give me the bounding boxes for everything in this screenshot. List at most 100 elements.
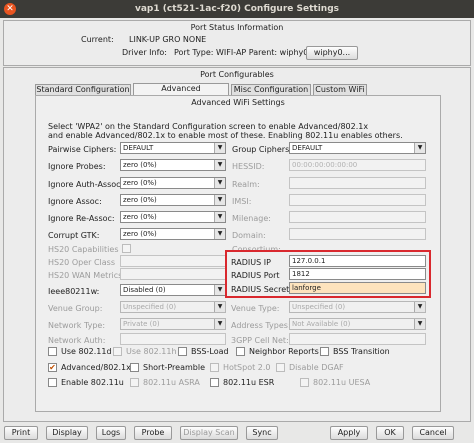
display-scan-button[interactable]: Display Scan [180,426,238,440]
chevron-down-icon: ▼ [214,285,225,295]
use-80211d-checkbox[interactable] [48,347,57,356]
parent-wiphy-button[interactable]: wiphy0... [306,46,358,60]
ignore-auth-assoc-label: Ignore Auth-Assoc: [48,180,124,189]
info-text-line-2: and enable Advanced/802.1x to enable mos… [48,131,403,140]
short-preamble-checkbox[interactable] [130,363,139,372]
network-type-label: Network Type: [48,321,106,330]
network-auth-input[interactable] [120,333,226,345]
neighbor-reports-label: Neighbor Reports [249,347,319,356]
tab-misc-configuration[interactable]: Misc Configuration [231,84,311,95]
milenage-input[interactable] [289,211,426,223]
hs20-capabilities-checkbox[interactable] [122,244,131,253]
display-button[interactable]: Display [46,426,88,440]
address-types-label: Address Types: [231,321,291,330]
logs-button[interactable]: Logs [96,426,126,440]
pairwise-ciphers-select[interactable]: DEFAULT ▼ [120,142,226,154]
advanced-8021x-checkbox[interactable]: ✔ [48,363,57,372]
enable-80211u-checkbox[interactable] [48,378,57,387]
hessid-value: 00:00:00:00:00:00 [292,161,358,169]
bss-transition-label: BSS Transition [333,347,390,356]
radius-secret-value: lanforge [292,284,321,292]
probe-button[interactable]: Probe [134,426,172,440]
realm-input[interactable] [289,177,426,189]
hs20-oper-class-label: HS20 Oper Class [48,258,115,267]
chevron-down-icon: ▼ [214,160,225,170]
imsi-input[interactable] [289,194,426,206]
radius-ip-input[interactable]: 127.0.0.1 [289,255,426,267]
hs20-wan-metrics-input[interactable] [120,268,226,280]
3gpp-cell-net-input[interactable] [289,333,426,345]
hotspot-20-checkbox[interactable] [210,363,219,372]
venue-group-select[interactable]: Unspecified (0) ▼ [120,301,226,313]
ieee80211w-value: Disabled (0) [123,286,166,294]
pairwise-ciphers-label: Pairwise Ciphers: [48,145,117,154]
chevron-down-icon: ▼ [414,319,425,329]
imsi-label: IMSI: [232,197,252,206]
network-auth-label: Network Auth: [48,336,106,345]
port-status-panel: Port Status Information Current: LINK-UP… [3,20,471,66]
radius-port-input[interactable]: 1812 [289,268,426,280]
group-ciphers-value: DEFAULT [292,144,323,152]
corrupt-gtk-select[interactable]: zero (0%) ▼ [120,228,226,240]
hotspot-20-label: HotSpot 2.0 [223,363,271,372]
venue-type-value: Unspecified (0) [292,303,346,311]
network-type-value: Private (0) [123,320,160,328]
80211u-esr-checkbox[interactable] [210,378,219,387]
corrupt-gtk-value: zero (0%) [123,230,157,238]
radius-secret-input[interactable]: lanforge [289,282,426,294]
pairwise-ciphers-value: DEFAULT [123,144,154,152]
3gpp-cell-net-label: 3GPP Cell Net: [231,336,289,345]
sync-button[interactable]: Sync [246,426,278,440]
ignore-probes-select[interactable]: zero (0%) ▼ [120,159,226,171]
advanced-8021x-label: Advanced/802.1x [61,363,131,372]
ignore-assoc-label: Ignore Assoc: [48,197,102,206]
ignore-reassoc-label: Ignore Re-Assoc: [48,214,115,223]
chevron-down-icon: ▼ [414,302,425,312]
use-80211h-label: Use 802.11h [126,347,177,356]
bss-load-label: BSS-Load [191,347,229,356]
address-types-value: Not Available (0) [292,320,351,328]
radius-ip-value: 127.0.0.1 [292,257,326,265]
short-preamble-label: Short-Preamble [143,363,205,372]
print-button[interactable]: Print [4,426,38,440]
chevron-down-icon: ▼ [214,195,225,205]
enable-80211u-label: Enable 802.11u [61,378,124,387]
group-ciphers-label: Group Ciphers: [232,145,292,154]
venue-type-select[interactable]: Unspecified (0) ▼ [289,301,426,313]
tab-standard-configuration[interactable]: Standard Configuration [35,84,131,95]
address-types-select[interactable]: Not Available (0) ▼ [289,318,426,330]
bss-load-checkbox[interactable] [178,347,187,356]
current-label: Current: [81,35,114,44]
chevron-down-icon: ▼ [214,143,225,153]
use-80211h-checkbox[interactable] [113,347,122,356]
80211u-uesa-label: 802.11u UESA [313,378,371,387]
network-type-select[interactable]: Private (0) ▼ [120,318,226,330]
ignore-assoc-select[interactable]: zero (0%) ▼ [120,194,226,206]
cancel-button[interactable]: Cancel [412,426,454,440]
current-value: LINK-UP GRO NONE [129,35,207,44]
80211u-uesa-checkbox[interactable] [300,378,309,387]
disable-dgaf-checkbox[interactable] [276,363,285,372]
tab-custom-wifi[interactable]: Custom WiFi [313,84,367,95]
hessid-label: HESSID: [232,162,265,171]
chevron-down-icon: ▼ [214,212,225,222]
hs20-oper-class-input[interactable] [120,255,226,267]
ignore-reassoc-value: zero (0%) [123,213,157,221]
bss-transition-checkbox[interactable] [320,347,329,356]
milenage-label: Milenage: [232,214,271,223]
domain-input[interactable] [289,228,426,240]
corrupt-gtk-label: Corrupt GTK: [48,231,100,240]
chevron-down-icon: ▼ [214,229,225,239]
ignore-auth-assoc-select[interactable]: zero (0%) ▼ [120,177,226,189]
neighbor-reports-checkbox[interactable] [236,347,245,356]
ieee80211w-select[interactable]: Disabled (0) ▼ [120,284,226,296]
apply-button[interactable]: Apply [330,426,368,440]
group-ciphers-select[interactable]: DEFAULT ▼ [289,142,426,154]
hessid-input[interactable]: 00:00:00:00:00:00 [289,159,426,171]
chevron-down-icon: ▼ [414,143,425,153]
80211u-asra-checkbox[interactable] [130,378,139,387]
ok-button[interactable]: OK [376,426,404,440]
venue-type-label: Venue Type: [231,304,280,313]
ignore-reassoc-select[interactable]: zero (0%) ▼ [120,211,226,223]
hs20-capabilities-label: HS20 Capabilities [48,245,119,254]
